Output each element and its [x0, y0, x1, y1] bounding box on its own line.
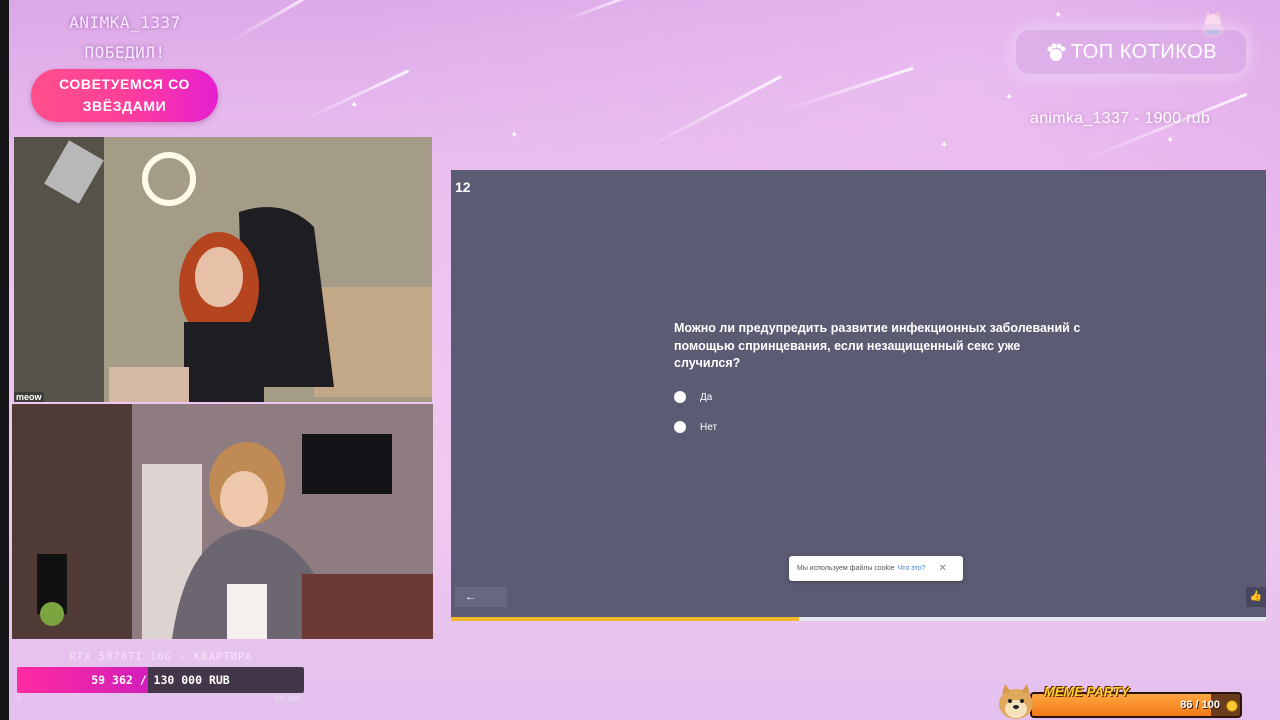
sparkle-icon: ✦ [1005, 92, 1014, 103]
winner-name: ANIMKA_1337 [69, 13, 181, 32]
shooting-star-streak [639, 75, 782, 153]
consult-stars-line1: СОВЕТУЕМСЯ СО [59, 76, 190, 92]
top-cats-panel: ТОП КОТИКОВ [1016, 30, 1246, 74]
quiz-progress-fill [451, 617, 799, 621]
like-button[interactable]: 👍 [1246, 587, 1266, 607]
quiz-progress-bar [451, 617, 1266, 621]
shooting-star-streak [779, 66, 914, 113]
webcam-scene-1 [14, 137, 432, 402]
answer-option-no[interactable]: Нет [674, 421, 717, 433]
webcam-scene-2 [12, 404, 433, 639]
sparkle-icon: ✦ [940, 140, 949, 151]
sparkle-icon: ✦ [350, 100, 359, 111]
shooting-star-streak [559, 0, 636, 23]
donation-goal-amount: 59 362 / 130 000 RUB [91, 673, 230, 687]
sparkle-icon: ✦ [1166, 135, 1175, 146]
answer-option-yes[interactable]: Да [674, 391, 712, 403]
doge-icon [999, 684, 1033, 719]
cookie-notice: Мы используем файлы cookie Что это? ✕ [789, 556, 963, 581]
shooting-star-streak [299, 69, 410, 123]
question-number: 12 [455, 179, 471, 195]
answer-label: Нет [700, 421, 718, 433]
shooting-star-streak [229, 0, 318, 43]
goal-min-label: 0 [17, 696, 21, 703]
close-icon[interactable]: ✕ [939, 563, 947, 574]
question-text: Можно ли предупредить развитие инфекцион… [674, 321, 1081, 370]
cookie-info-link[interactable]: Что это? [898, 565, 926, 572]
donation-goal-bar: 59 362 / 130 000 RUB [17, 667, 304, 693]
winner-status: ПОБЕДИЛ! [84, 43, 166, 62]
back-button[interactable]: ← [455, 587, 507, 607]
consult-stars-banner: СОВЕТУЕМСЯ СО ЗВЁЗДАМИ [31, 69, 218, 122]
cat-paw-icon [1047, 43, 1066, 61]
webcam-feed-1: meow [14, 137, 432, 402]
cookie-text: Мы используем файлы cookie [797, 565, 895, 572]
meme-party-widget: MEME PARTY 86 / 100 [996, 684, 1246, 720]
donation-goal-label: RTX 5070TI 16G - КВАРТИРА [69, 651, 253, 663]
sparkle-icon: ✦ [510, 130, 519, 141]
meme-party-count: 86 / 100 [1180, 699, 1220, 711]
webcam-1-name-label: meow [14, 392, 44, 402]
quiz-panel: 12 Можно ли предупредить развитие инфекц… [451, 170, 1266, 621]
answer-label: Да [700, 391, 713, 403]
goal-max-label: 130 000 [274, 696, 300, 703]
webcam-feed-2 [12, 404, 433, 639]
top-cats-title: ТОП КОТИКОВ [1070, 40, 1218, 63]
radio-button[interactable] [674, 391, 686, 403]
meme-party-title: MEME PARTY [1044, 684, 1130, 699]
radio-button[interactable] [674, 421, 686, 433]
coin-icon [1226, 700, 1238, 712]
top-donor-entry: animka_1337 - 1900 rub [1030, 110, 1211, 127]
sparkle-icon: ✦ [1054, 10, 1063, 21]
consult-stars-line2: ЗВЁЗДАМИ [82, 98, 167, 114]
winner-announcement: ANIMKA_1337 ПОБЕДИЛ! [40, 8, 210, 68]
left-frame-strip [0, 0, 9, 720]
